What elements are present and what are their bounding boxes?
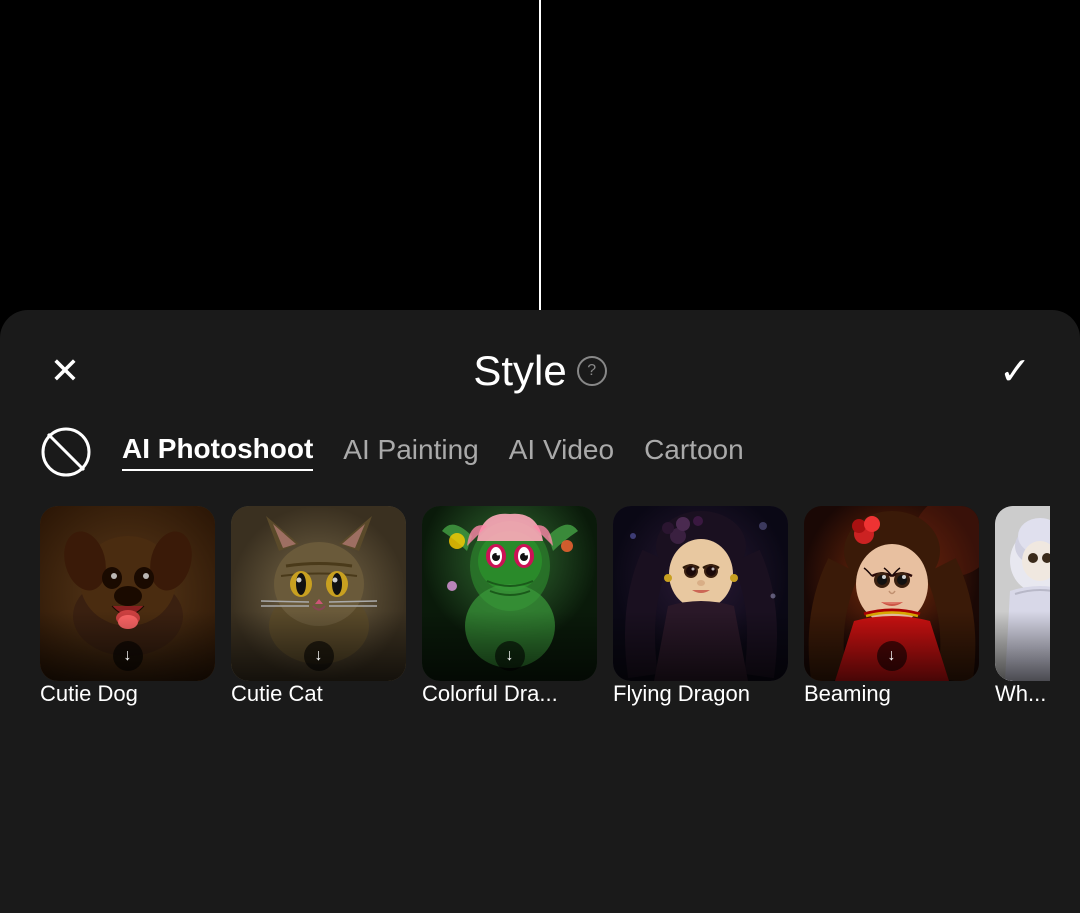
center-line bbox=[539, 0, 541, 310]
help-button[interactable]: ? bbox=[577, 356, 607, 386]
panel-header: ✕ Style ? ✓ bbox=[30, 310, 1050, 426]
checkmark-icon: ✓ bbox=[999, 349, 1031, 394]
tab-cartoon[interactable]: Cartoon bbox=[644, 434, 744, 470]
style-item-image: ↓ bbox=[231, 506, 406, 681]
style-item-image bbox=[613, 506, 788, 681]
panel-title: Style bbox=[473, 347, 566, 395]
tab-ai-painting[interactable]: AI Painting bbox=[343, 434, 478, 470]
confirm-button[interactable]: ✓ bbox=[990, 346, 1040, 396]
tab-ai-video[interactable]: AI Video bbox=[509, 434, 614, 470]
style-item-flying-dragon[interactable]: Flying Dragon bbox=[613, 506, 788, 707]
top-preview-area bbox=[0, 0, 1080, 310]
close-button[interactable]: ✕ bbox=[40, 346, 90, 396]
style-item-label: Colorful Dra... bbox=[422, 681, 558, 706]
category-tabs: AI Photoshoot AI Painting AI Video Carto… bbox=[30, 426, 1050, 478]
style-item-white[interactable]: Wh... bbox=[995, 506, 1050, 707]
style-item-image: ↓ bbox=[804, 506, 979, 681]
style-item-beaming[interactable]: ↓ Beaming bbox=[804, 506, 979, 707]
image-overlay bbox=[995, 611, 1050, 681]
download-badge: ↓ bbox=[113, 641, 143, 671]
download-badge: ↓ bbox=[304, 641, 334, 671]
style-item-label: Cutie Dog bbox=[40, 681, 138, 706]
download-badge: ↓ bbox=[877, 641, 907, 671]
help-icon: ? bbox=[587, 362, 596, 380]
style-item-label: Flying Dragon bbox=[613, 681, 750, 706]
style-item-cutie-cat[interactable]: ↓ Cutie Cat bbox=[231, 506, 406, 707]
style-item-colorful-dragon[interactable]: ↓ Colorful Dra... bbox=[422, 506, 597, 707]
tab-ai-photoshoot[interactable]: AI Photoshoot bbox=[122, 433, 313, 471]
style-item-label: Wh... bbox=[995, 681, 1046, 706]
style-item-label: Beaming bbox=[804, 681, 891, 706]
style-item-image bbox=[995, 506, 1050, 681]
style-items-list: ↓ Cutie Dog bbox=[30, 506, 1050, 707]
no-style-tab[interactable] bbox=[40, 426, 92, 478]
style-item-image: ↓ bbox=[422, 506, 597, 681]
style-item-image: ↓ bbox=[40, 506, 215, 681]
download-badge: ↓ bbox=[495, 641, 525, 671]
close-icon: ✕ bbox=[50, 353, 80, 389]
title-area: Style ? bbox=[473, 347, 606, 395]
style-panel: ✕ Style ? ✓ AI Photoshoot AI Painting AI… bbox=[0, 310, 1080, 913]
image-overlay bbox=[613, 611, 788, 681]
style-item-label: Cutie Cat bbox=[231, 681, 323, 706]
style-item-cutie-dog[interactable]: ↓ Cutie Dog bbox=[40, 506, 215, 707]
